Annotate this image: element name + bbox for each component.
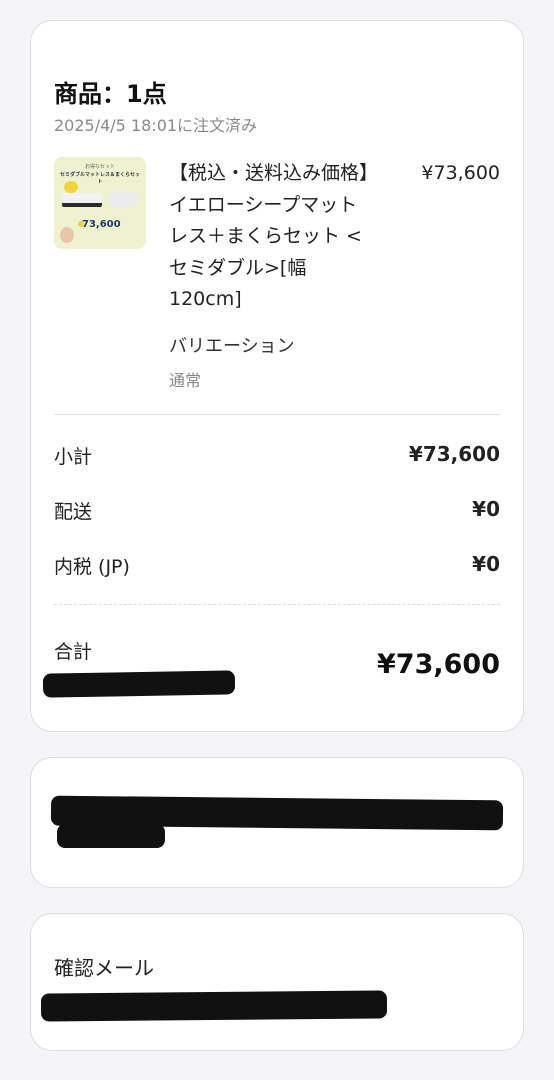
redacted-email bbox=[40, 990, 388, 1022]
dashed-divider bbox=[54, 604, 500, 605]
pillow-image bbox=[108, 191, 138, 207]
confirmation-email-label: 確認メール bbox=[54, 956, 154, 980]
confirmation-email-card: 確認メール bbox=[30, 913, 524, 1051]
redacted-text bbox=[57, 824, 165, 848]
total-label: 合計 bbox=[54, 641, 93, 663]
total-value: ¥73,600 bbox=[377, 649, 500, 680]
shipping-label: 配送 bbox=[54, 501, 93, 523]
order-date: 2025/4/5 18:01に注文済み bbox=[54, 116, 258, 135]
variation-label: バリエーション bbox=[169, 336, 295, 357]
thumbnail-decoration bbox=[64, 181, 78, 193]
mattress-image bbox=[62, 193, 102, 207]
product-thumbnail: お得なセット セミダブルマットレス＆まくらセット 73,600 bbox=[54, 157, 146, 249]
thumbnail-price: 73,600 bbox=[82, 219, 121, 230]
tax-value: ¥0 bbox=[472, 552, 500, 576]
subtotal-value: ¥73,600 bbox=[408, 442, 500, 466]
person-image bbox=[60, 227, 74, 243]
thumbnail-top-text: お得なセット bbox=[84, 164, 115, 170]
product-name: 【税込・送料込み価格】イエローシープマットレス＋まくらセット <セミダブル>[幅… bbox=[169, 162, 369, 310]
order-title: 商品：1点 bbox=[54, 80, 167, 108]
divider bbox=[54, 414, 500, 415]
variation-value: 通常 bbox=[169, 371, 202, 390]
subtotal-label: 小計 bbox=[54, 446, 93, 468]
redacted-text bbox=[42, 670, 236, 698]
shipping-value: ¥0 bbox=[472, 497, 500, 521]
order-confirmation-page: 商品：1点 2025/4/5 18:01に注文済み お得なセット セミダブルマッ… bbox=[0, 0, 554, 1080]
tax-label: 内税 (JP) bbox=[54, 556, 130, 578]
product-price: ¥73,600 bbox=[421, 162, 500, 184]
order-summary-card: 商品：1点 2025/4/5 18:01に注文済み お得なセット セミダブルマッ… bbox=[30, 20, 524, 732]
info-card bbox=[30, 757, 524, 888]
